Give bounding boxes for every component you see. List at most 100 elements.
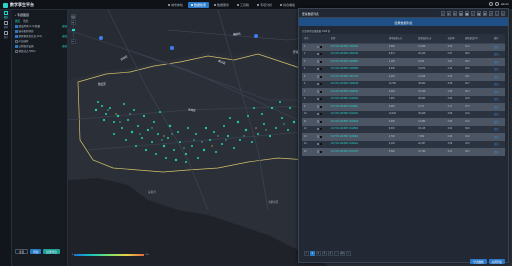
row-checkbox[interactable] [316, 142, 320, 146]
row-select[interactable] [314, 125, 329, 133]
table-row[interactable]: 14 CUYXN 1234567-0116A01 6,103 22,457 3.68 4… [302, 140, 505, 148]
row-checkbox[interactable] [316, 97, 320, 101]
table-row[interactable]: 3 CUYXN 1234567-0106B01 2,105 8,233 3.91 45.… [302, 58, 505, 66]
panel-tab[interactable]: 数据 [23, 19, 28, 23]
row-checkbox[interactable] [316, 120, 320, 123]
table-row[interactable]: 2 CUYXN 1234567-0105A02 6,874 20,416 2.97 38… [302, 50, 505, 58]
row-checkbox[interactable] [316, 45, 320, 48]
compass-icon[interactable]: ◎ [70, 14, 76, 19]
close-icon[interactable]: × [500, 11, 505, 16]
table-row[interactable]: 12 CUYXN 1234567-0114B02 8,315 30,115 3.62 3… [302, 125, 505, 133]
table-icon[interactable]: ▦ [464, 11, 469, 16]
row-name[interactable]: CUYXN 1234567-0105A02 [328, 50, 387, 58]
layer-checkbox[interactable] [15, 30, 18, 33]
table-row[interactable]: 15 CUYXN 1234567-0117C03 5,582 16,790 3.01 3… [302, 148, 505, 156]
zoom-in-button[interactable]: + [70, 20, 76, 25]
column-header[interactable]: 序号 [302, 34, 315, 44]
chart-icon[interactable]: ▥ [458, 11, 463, 16]
locate-link[interactable]: 定位 [492, 50, 505, 58]
column-header[interactable] [314, 34, 329, 44]
row-checkbox[interactable] [316, 67, 320, 71]
row-name[interactable]: CUYXN 1234567-0109D01 [328, 88, 387, 96]
row-name[interactable]: CUYXN 1234567-0111B04 [328, 103, 387, 111]
row-name[interactable]: CUYXN 1234567-0112C01 [328, 110, 387, 118]
print-icon[interactable]: ▤ [476, 11, 481, 16]
row-select[interactable] [314, 95, 329, 103]
row-select[interactable] [314, 88, 329, 96]
rail-item[interactable]: 图层 [0, 10, 12, 20]
locate-link[interactable]: 定位 [492, 65, 505, 73]
row-name[interactable]: CUYXN 1234567-0114B02 [328, 125, 387, 133]
locate-link[interactable]: 定位 [492, 148, 505, 156]
table-row[interactable]: 1 CUYXN 1234567-0105A01 3,562 12,538 3.52 41… [302, 43, 505, 51]
layer-item[interactable]: 公共服务设施 编辑 [15, 45, 67, 48]
layer-item[interactable]: 建筑物普查信息 (2.0) 编辑 [15, 35, 67, 38]
locate-link[interactable]: 定位 [492, 140, 505, 148]
row-name[interactable]: CUYXN 1234567-0113A03 [328, 118, 387, 126]
search-icon[interactable]: ⌕ [440, 11, 445, 16]
row-select[interactable] [314, 148, 329, 156]
chevron-left-icon[interactable]: ‹ [15, 13, 16, 17]
settings-icon[interactable]: ⚙ [482, 11, 487, 16]
row-checkbox[interactable] [316, 60, 320, 63]
layer-item[interactable]: 地铁站点 500m [15, 50, 67, 53]
nav-tab[interactable]: 数据服务 [211, 2, 232, 8]
zoom-slider[interactable] [71, 26, 75, 38]
prev-page-button[interactable]: < [304, 251, 309, 256]
layer-checkbox[interactable] [15, 45, 18, 48]
row-checkbox[interactable] [316, 112, 320, 116]
row-name[interactable]: CUYXN 1234567-0106B01 [328, 58, 387, 66]
nav-tab[interactable]: 工具箱 [234, 2, 252, 8]
page-button[interactable]: ... [334, 251, 339, 256]
row-select[interactable] [314, 73, 329, 81]
page-button[interactable]: 3 [322, 251, 327, 256]
minimize-icon[interactable]: − [494, 11, 499, 16]
row-name[interactable]: CUYXN 1234567-0110A02 [328, 95, 387, 103]
row-select[interactable] [314, 140, 329, 148]
layers-icon[interactable]: ≡ [452, 11, 457, 16]
column-header[interactable]: 用地面积(㎡) [386, 34, 417, 44]
row-checkbox[interactable] [316, 105, 320, 108]
locate-link[interactable]: 定位 [492, 43, 505, 51]
locate-link[interactable]: 定位 [492, 118, 505, 126]
export-button[interactable]: 结果导出 [43, 249, 60, 254]
table-row[interactable]: 13 CUYXN 1234567-0115D04 2,748 7,962 2.90 34… [302, 133, 505, 141]
row-select[interactable] [314, 133, 329, 141]
locate-link[interactable]: 定位 [492, 103, 505, 111]
layer-edit-link[interactable]: 编辑 [62, 35, 67, 38]
table-row[interactable]: 11 CUYXN 1234567-0113A03 4,906 13,880 2.83 3… [302, 118, 505, 126]
locate-link[interactable]: 定位 [492, 133, 505, 141]
column-header[interactable]: 操作 [492, 34, 505, 44]
row-checkbox[interactable] [316, 135, 320, 138]
next-page-button[interactable]: > [346, 251, 351, 256]
nav-tab[interactable]: 专项分析 [254, 2, 275, 8]
avatar[interactable] [494, 2, 499, 6]
row-name[interactable]: CUYXN 1234567-0106B03 [328, 65, 387, 73]
export-data-button[interactable]: 导出数据 [470, 259, 487, 264]
layer-item[interactable]: 产业园区 [15, 40, 67, 43]
row-select[interactable] [314, 110, 329, 118]
table-row[interactable]: 8 CUYXN 1234567-0110A02 7,951 28,603 3.60 42… [302, 95, 505, 103]
layer-edit-link[interactable]: 编辑 [62, 45, 67, 48]
row-select[interactable] [314, 58, 329, 66]
row-name[interactable]: CUYXN 1234567-0116A01 [328, 140, 387, 148]
reset-button[interactable]: 重置 [15, 249, 29, 254]
nav-tab[interactable]: 城市体检 [165, 2, 186, 8]
table-row[interactable]: 4 CUYXN 1234567-0106B03 9,330 31,872 3.42 36… [302, 65, 505, 73]
layer-edit-link[interactable]: 编辑 [62, 25, 67, 28]
layer-checkbox[interactable] [15, 50, 18, 53]
locate-link[interactable]: 定位 [492, 88, 505, 96]
close-list-button[interactable]: 关闭列表 [488, 259, 505, 264]
column-header[interactable]: 容积率 [445, 34, 464, 44]
panel-tab[interactable]: 图层 [15, 19, 20, 23]
zoom-out-button[interactable]: − [70, 39, 76, 44]
query-button[interactable]: 查询 [30, 249, 42, 254]
row-name[interactable]: CUYXN 1234567-0108A05 [328, 80, 387, 88]
row-select[interactable] [314, 80, 329, 88]
locate-link[interactable]: 定位 [492, 95, 505, 103]
table-row[interactable]: 10 CUYXN 1234567-0112C01 10,642 39,208 3.68… [302, 110, 505, 118]
rail-item[interactable]: 检索 [0, 20, 12, 30]
table-row[interactable]: 5 CUYXN 1234567-0107C02 4,418 11,045 2.50 33… [302, 73, 505, 81]
row-checkbox[interactable] [316, 127, 320, 131]
page-button[interactable]: 2 [316, 251, 321, 256]
